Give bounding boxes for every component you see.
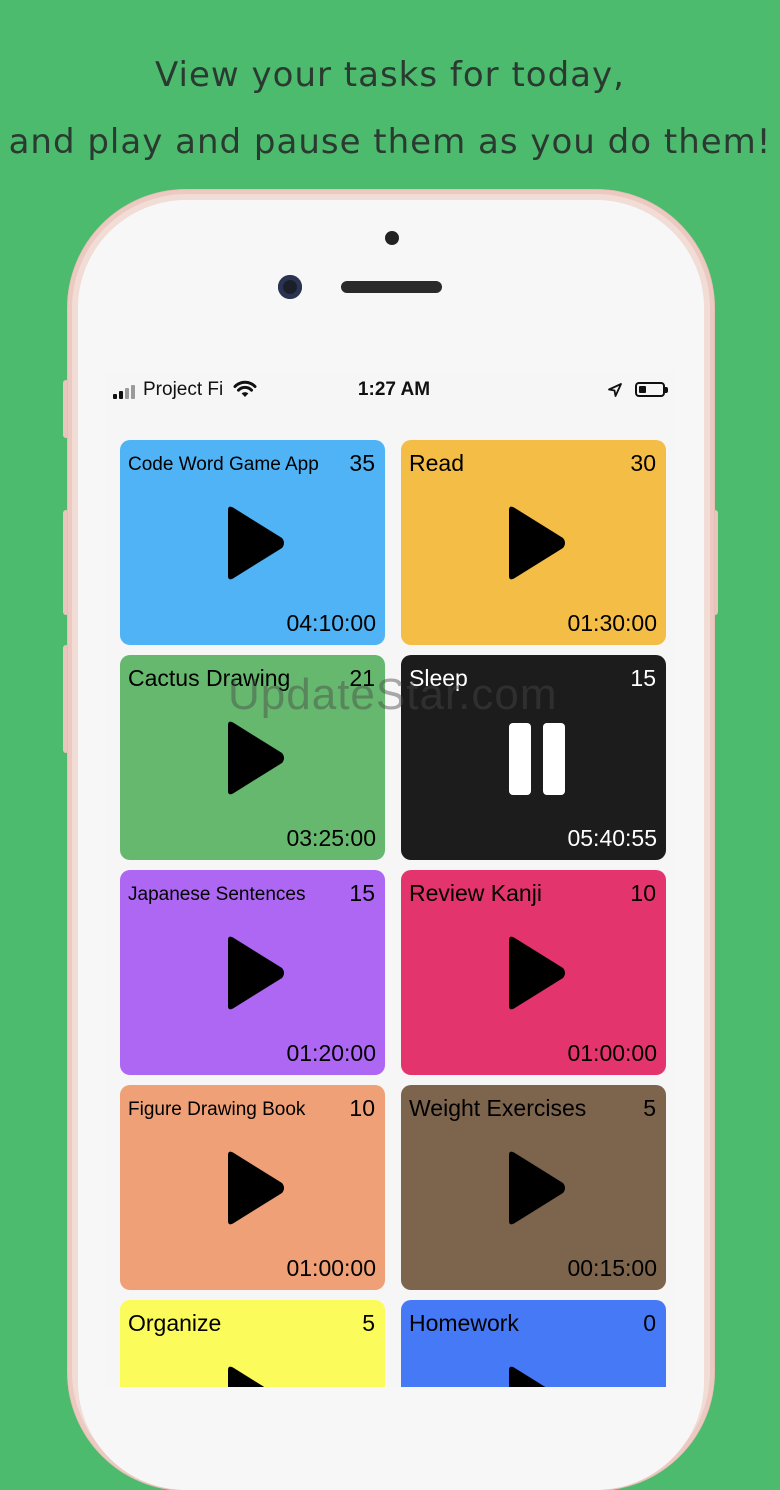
proximity-sensor	[385, 231, 399, 245]
play-icon	[228, 506, 284, 580]
front-camera	[278, 275, 302, 299]
task-card[interactable]: Review Kanji 10 01:00:00	[401, 870, 666, 1075]
headline-line-2: and play and pause them as you do them!	[8, 122, 772, 162]
task-count: 35	[349, 450, 375, 476]
task-count: 0	[643, 1310, 656, 1336]
task-name: Figure Drawing Book	[128, 1099, 306, 1120]
task-elapsed-time: 05:40:55	[567, 825, 657, 851]
battery-icon	[635, 382, 668, 397]
play-icon	[228, 721, 284, 795]
task-name: Japanese Sentences	[128, 884, 306, 905]
task-elapsed-time: 01:20:00	[286, 1040, 376, 1066]
status-bar: Project Fi 1:27 AM	[105, 372, 675, 410]
play-icon	[509, 506, 565, 580]
play-button[interactable]	[505, 1149, 567, 1227]
watermark: UpdateStar.com	[228, 670, 558, 719]
play-button[interactable]	[505, 504, 567, 582]
task-elapsed-time: 04:10:00	[286, 610, 376, 636]
task-name: Read	[409, 450, 464, 476]
task-name: Organize	[128, 1310, 222, 1336]
task-count: 15	[630, 665, 656, 691]
task-card[interactable]: Weight Exercises 5 00:15:00	[401, 1085, 666, 1290]
task-elapsed-time: 03:25:00	[286, 825, 376, 851]
play-button[interactable]	[224, 934, 286, 1012]
play-button[interactable]	[505, 934, 567, 1012]
task-count: 5	[643, 1095, 656, 1121]
pause-icon	[543, 723, 565, 795]
play-icon	[228, 1151, 284, 1225]
task-card[interactable]: Figure Drawing Book 10 01:00:00	[120, 1085, 385, 1290]
app-screen: Project Fi 1:27 AM Code Word Game App 35 0…	[105, 372, 675, 1387]
task-count: 15	[349, 880, 375, 906]
task-name: Code Word Game App	[128, 454, 319, 475]
task-card[interactable]: Japanese Sentences 15 01:20:00	[120, 870, 385, 1075]
task-card[interactable]: Code Word Game App 35 04:10:00	[120, 440, 385, 645]
play-icon	[228, 1366, 265, 1387]
task-name: Review Kanji	[409, 880, 542, 906]
task-elapsed-time: 01:00:00	[286, 1255, 376, 1281]
task-card[interactable]: Organize 5	[120, 1300, 385, 1387]
pause-button[interactable]	[505, 719, 567, 797]
play-icon	[228, 936, 284, 1010]
play-button[interactable]	[224, 1364, 286, 1387]
task-count: 10	[349, 1095, 375, 1121]
play-button[interactable]	[505, 1364, 567, 1387]
task-count: 10	[630, 880, 656, 906]
pause-icon	[509, 723, 531, 795]
play-button[interactable]	[224, 719, 286, 797]
task-name: Homework	[409, 1310, 519, 1336]
play-icon	[509, 936, 565, 1010]
task-elapsed-time: 01:00:00	[567, 1040, 657, 1066]
play-button[interactable]	[224, 1149, 286, 1227]
task-elapsed-time: 01:30:00	[567, 610, 657, 636]
task-count: 30	[630, 450, 656, 476]
task-card[interactable]: Read 30 01:30:00	[401, 440, 666, 645]
task-name: Weight Exercises	[409, 1095, 587, 1121]
location-arrow-icon	[608, 383, 622, 397]
earpiece-speaker	[341, 281, 442, 293]
play-icon	[509, 1151, 565, 1225]
task-count: 5	[362, 1310, 375, 1336]
task-card[interactable]: Homework 0	[401, 1300, 666, 1387]
headline-line-1: View your tasks for today,	[155, 55, 625, 95]
play-button[interactable]	[224, 504, 286, 582]
status-time: 1:27 AM	[357, 379, 431, 400]
play-icon	[509, 1366, 546, 1387]
task-elapsed-time: 00:15:00	[567, 1255, 657, 1281]
